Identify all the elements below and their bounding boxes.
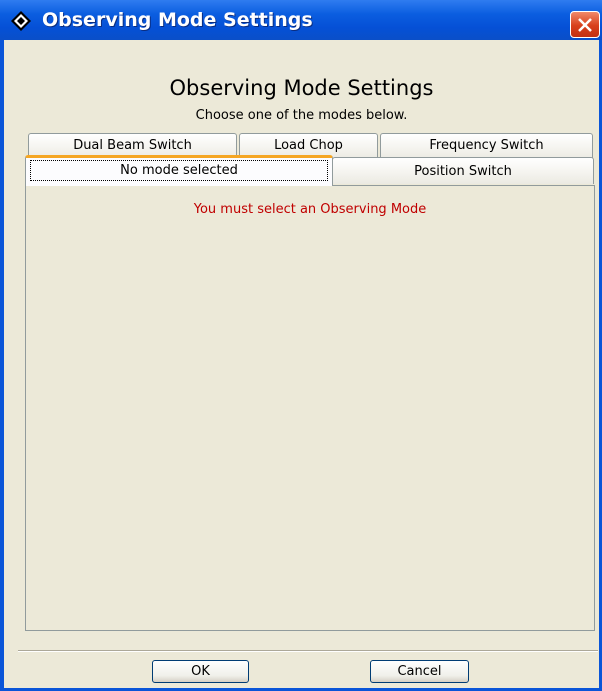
close-button[interactable] [570, 11, 600, 38]
validation-message: You must select an Observing Mode [193, 202, 427, 217]
dialog-window: Observing Mode Settings Observing Mode S… [0, 0, 602, 691]
tab-label-no-mode-selected: No mode selected [30, 160, 328, 181]
window-title: Observing Mode Settings [42, 9, 313, 31]
button-separator [18, 650, 598, 652]
tab-frequency-switch[interactable]: Frequency Switch [380, 133, 593, 159]
close-icon [578, 18, 592, 32]
tab-no-mode-selected[interactable]: No mode selected [25, 155, 333, 186]
title-bar[interactable]: Observing Mode Settings [0, 0, 602, 40]
dialog-body: Observing Mode Settings Choose one of th… [4, 40, 599, 688]
cancel-button[interactable]: Cancel [370, 660, 469, 683]
tab-content-panel: You must select an Observing Mode [25, 185, 595, 631]
page-subtitle: Choose one of the modes below. [195, 108, 408, 123]
app-diamond-icon [11, 11, 31, 31]
tab-position-switch[interactable]: Position Switch [332, 157, 594, 184]
ok-button[interactable]: OK [152, 660, 249, 683]
page-title: Observing Mode Settings [169, 76, 434, 100]
